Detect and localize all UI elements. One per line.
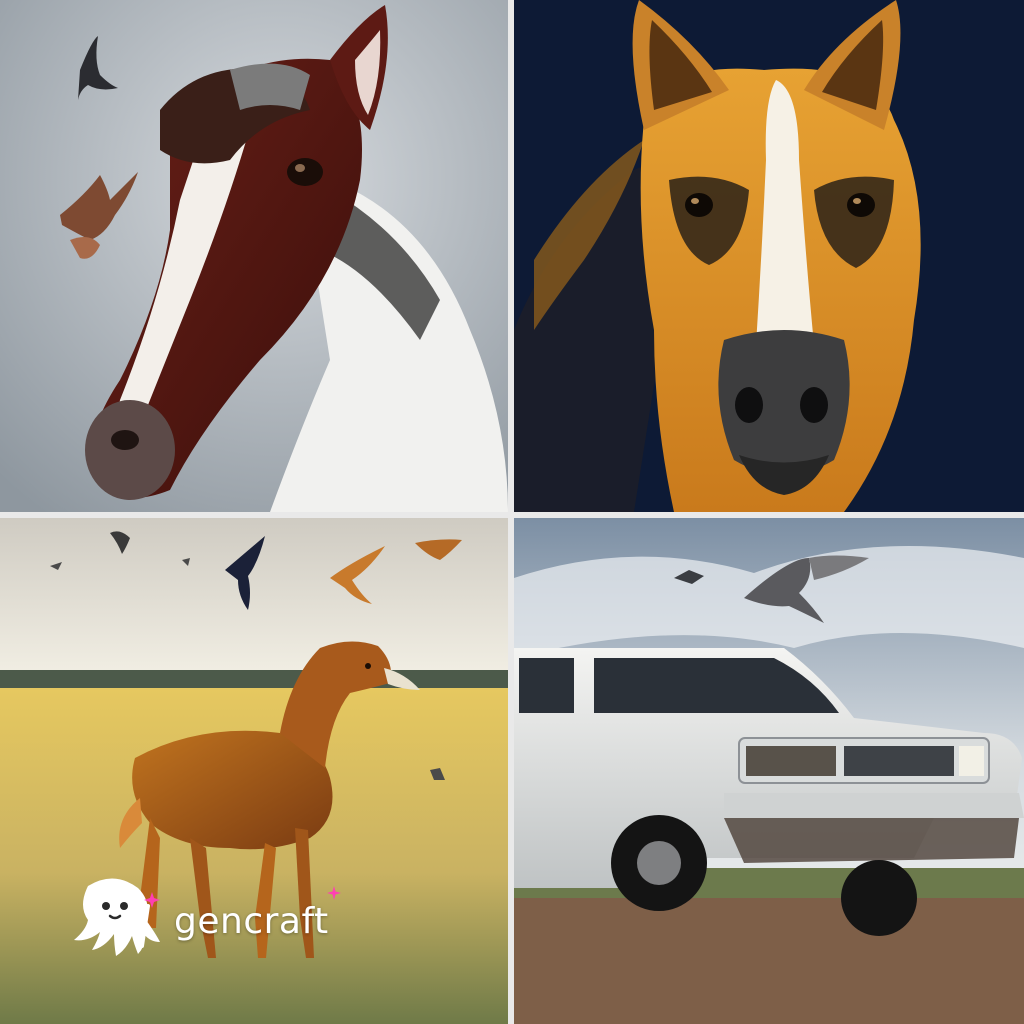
octopus-logo-icon [74, 878, 160, 956]
sparkle-icon [326, 886, 341, 900]
white-suv-image [514, 518, 1024, 1024]
panel-white-suv [514, 518, 1024, 1024]
image-grid: gencraft [0, 0, 1024, 1024]
panel-horse-portrait [0, 0, 508, 512]
panel-dog-horse-portrait [514, 0, 1024, 512]
brand-name: gencraft [174, 900, 329, 942]
gencraft-watermark: gencraft [66, 876, 355, 958]
horse-portrait-image [0, 0, 508, 512]
dog-horse-portrait-image [514, 0, 1024, 512]
